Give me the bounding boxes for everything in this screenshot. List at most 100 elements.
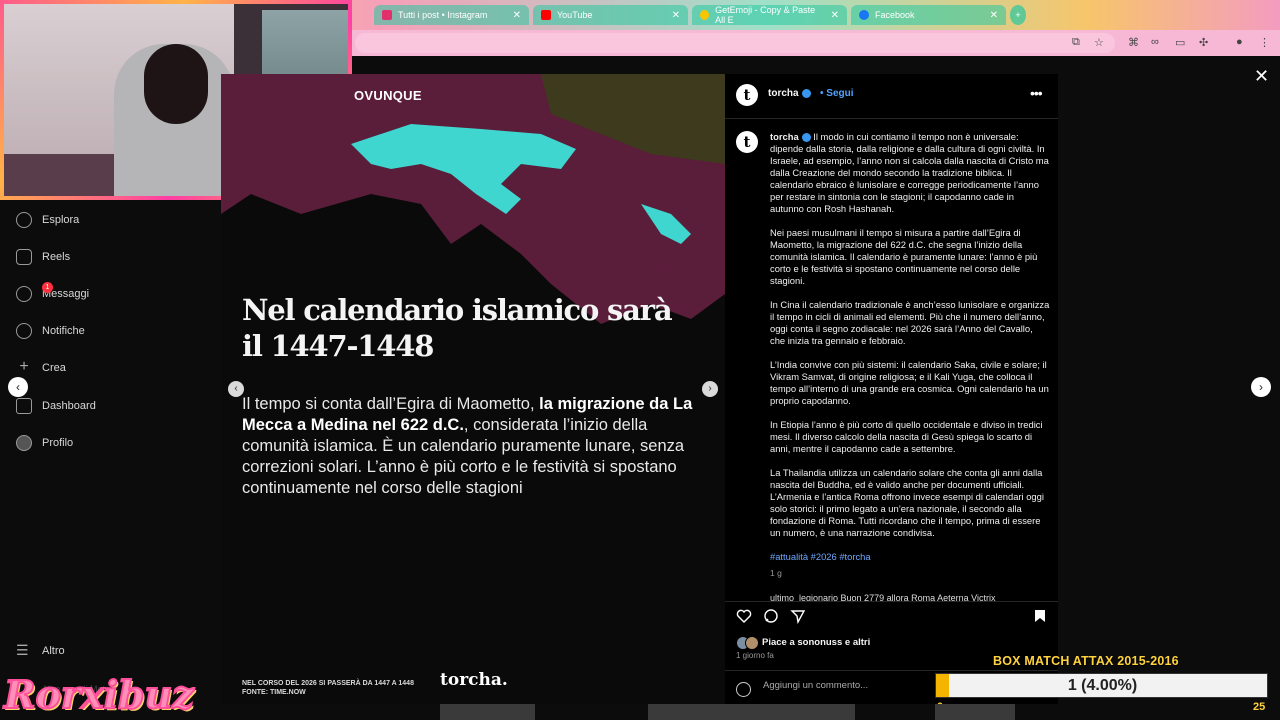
tab-facebook[interactable]: Facebook ✕ [851, 5, 1006, 25]
comment-icon[interactable] [763, 608, 779, 624]
like-heart-icon[interactable] [736, 608, 752, 624]
screen: Tutti i post • Instagram ✕ YouTube ✕ Get… [0, 0, 1280, 720]
dashboard-icon [16, 398, 32, 414]
slide-footnote: NEL CORSO DEL 2026 SI PASSERÀ DA 1447 A … [242, 679, 414, 697]
sidebar-item-crea[interactable]: + Crea [16, 358, 66, 376]
background-thumbnail [648, 704, 855, 720]
sidebar-item-reels[interactable]: Reels [16, 249, 70, 265]
slide-body-text: Il tempo si conta dall’Egira di Maometto… [242, 395, 540, 413]
likers-avatars [736, 636, 762, 650]
youtube-icon [541, 10, 551, 20]
post-panel: t torcha • Segui ••• t torcha Il modo in… [725, 74, 1058, 704]
slide-source: FONTE: TIME.NOW [242, 689, 306, 696]
sidebar-item-label: Altro [42, 645, 65, 657]
follow-label: Segui [826, 88, 854, 99]
emoji-picker-icon[interactable] [736, 682, 751, 697]
caption: torcha Il modo in cui contiamo il tempo … [770, 131, 1050, 591]
sidebar-item-label: Dashboard [42, 400, 96, 412]
box-progress-max: 25 [1253, 701, 1266, 713]
caption-paragraph: In Etiopia l’anno è più corto di quello … [770, 419, 1043, 454]
liker-avatar [745, 636, 759, 650]
extension-icon[interactable]: ✣ [1199, 36, 1208, 49]
slide-footnote-line: NEL CORSO DEL 2026 SI PASSERÀ DA 1447 A … [242, 680, 414, 687]
close-tab-icon[interactable]: ✕ [513, 10, 521, 21]
close-tab-icon[interactable]: ✕ [831, 10, 839, 21]
menu-kebab-icon[interactable]: ⋮ [1259, 36, 1270, 49]
map-label: OVUNQUE [354, 88, 422, 103]
author-avatar[interactable]: t [736, 84, 758, 106]
sidebar-item-label: Reels [42, 251, 71, 263]
tab-label: YouTube [557, 10, 593, 20]
close-tab-icon[interactable]: ✕ [672, 10, 680, 21]
author-username-text: torcha [768, 88, 799, 99]
caption-paragraph: torcha Il modo in cui contiamo il tempo … [770, 131, 1050, 215]
plus-icon: + [19, 358, 29, 375]
facebook-icon [859, 10, 869, 20]
follow-button[interactable]: • Segui [820, 88, 854, 99]
sidebar-item-dashboard[interactable]: Dashboard [16, 398, 96, 414]
sidebar-item-profilo[interactable]: Profilo [16, 435, 73, 451]
tab-instagram[interactable]: Tutti i post • Instagram ✕ [374, 5, 529, 25]
author-username[interactable]: torcha [768, 88, 811, 99]
carousel-next-button[interactable]: › [702, 381, 718, 397]
next-post-button[interactable]: › [1251, 377, 1271, 397]
tab-youtube[interactable]: YouTube ✕ [533, 5, 688, 25]
sidebar-item-label: Crea [42, 362, 66, 374]
caption-text: Il modo in cui contiamo il tempo non è u… [770, 131, 1049, 214]
message-badge: 1 [42, 282, 53, 293]
caption-paragraph: Nei paesi musulmani il tempo si misura a… [770, 227, 1038, 286]
background-thumbnail [935, 704, 1015, 720]
slide-title: Nel calendario islamico sarà il 1447-144… [242, 293, 673, 363]
caption-paragraph: In Cina il calendario tradizionale è anc… [770, 299, 1050, 346]
background-thumbnail [440, 704, 535, 720]
caption-scroll-area[interactable]: t torcha Il modo in cui contiamo il temp… [725, 119, 1058, 601]
slide-body: Il tempo si conta dall’Egira di Maometto… [242, 394, 702, 499]
sidebar-item-label: Profilo [42, 437, 74, 449]
verified-badge-icon [801, 88, 811, 98]
sidebar-item-altro[interactable]: ☰ Altro [16, 643, 65, 659]
link-icon[interactable]: ∞ [1151, 36, 1159, 48]
compass-icon [16, 212, 32, 228]
instagram-icon [382, 10, 392, 20]
instagram-sidebar: Esplora Reels 1 Messaggi Notifiche + Cre… [0, 200, 221, 720]
new-tab-button[interactable]: + [1010, 5, 1026, 25]
comment-preview: ultimo_legionario Buon 2779 allora Roma … [770, 593, 996, 601]
address-field[interactable] [355, 33, 1115, 53]
caption-username[interactable]: torcha [770, 131, 799, 142]
tab-label: GetEmoji - Copy & Paste All E [715, 5, 816, 25]
post-date: 1 giorno fa [736, 651, 774, 660]
box-counter-title: BOX MATCH ATTAX 2015-2016 [993, 654, 1179, 668]
sidebar-item-esplora[interactable]: Esplora [16, 212, 79, 228]
sidebar-item-label: Notifiche [42, 325, 85, 337]
streamer-logo: Rorxibuz [3, 671, 195, 718]
emoji-icon [700, 10, 710, 20]
hashtags[interactable]: #attualità #2026 #torcha [770, 551, 1050, 563]
more-options-button[interactable]: ••• [1030, 85, 1043, 101]
reading-icon[interactable]: ▭ [1175, 36, 1185, 49]
profile-avatar-icon[interactable]: ● [1236, 36, 1243, 48]
likes-summary[interactable]: Piace a sononuss e altri [762, 637, 870, 648]
tab-getemoji[interactable]: GetEmoji - Copy & Paste All E ✕ [692, 5, 847, 25]
close-modal-icon[interactable]: ✕ [1254, 66, 1269, 87]
verified-badge-icon [801, 133, 811, 143]
close-tab-icon[interactable]: ✕ [990, 10, 998, 21]
sidebar-item-messaggi[interactable]: 1 Messaggi [16, 282, 89, 302]
save-bookmark-icon[interactable] [1032, 608, 1048, 624]
carousel-prev-button[interactable]: ‹ [228, 381, 244, 397]
previous-post-button[interactable]: ‹ [8, 377, 28, 397]
share-icon[interactable] [790, 608, 806, 624]
bookmark-star-icon[interactable]: ☆ [1094, 36, 1104, 49]
install-app-icon[interactable]: ⧉ [1072, 36, 1080, 49]
hamburger-menu-icon: ☰ [16, 642, 29, 658]
heart-icon [16, 323, 32, 339]
sidebar-item-label: Esplora [42, 214, 80, 226]
translate-icon[interactable]: ⌘ [1128, 36, 1139, 49]
caption-avatar[interactable]: t [736, 131, 758, 153]
box-progress-bar: 1 (4.00%) [935, 673, 1268, 698]
reels-icon [16, 249, 32, 265]
tab-label: Tutti i post • Instagram [398, 10, 488, 20]
box-progress-text: 1 (4.00%) [1067, 677, 1138, 694]
messenger-icon [16, 286, 32, 302]
post-age: 1 g [770, 568, 782, 578]
sidebar-item-notifiche[interactable]: Notifiche [16, 323, 85, 339]
